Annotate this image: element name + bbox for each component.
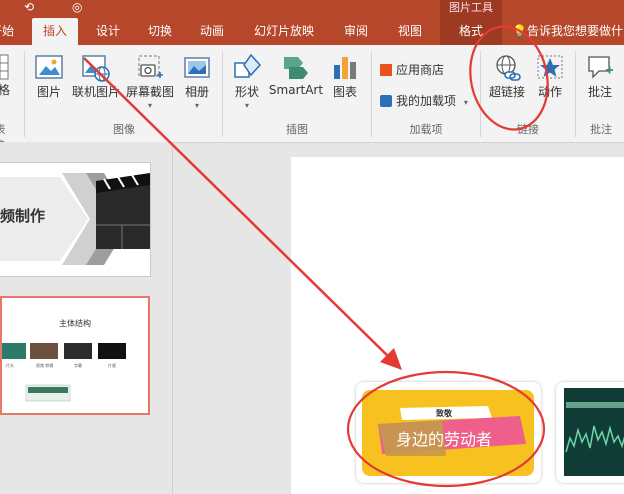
tab-design[interactable]: 设计	[88, 18, 128, 45]
video-picture-card[interactable]	[556, 382, 624, 483]
hyperlink-icon	[496, 55, 521, 81]
tell-me-box[interactable]: 💡告诉我您想要做什	[512, 18, 623, 45]
tab-animations[interactable]: 动画	[192, 18, 232, 45]
card2-graphic	[564, 388, 624, 476]
slide-thumbnail-2[interactable]: 主体结构 片头 视频 剪辑 字幕 片尾	[0, 296, 150, 415]
shapes-icon	[234, 53, 262, 78]
slide-thumbnail-1[interactable]: 频制作	[0, 163, 150, 276]
chevron-down-icon[interactable]: ▾	[464, 98, 468, 107]
slide2-label: 视频 剪辑	[36, 363, 54, 368]
separator	[480, 51, 481, 137]
tab-format[interactable]: 格式	[440, 18, 502, 45]
smartart-icon	[284, 57, 308, 79]
table-icon	[0, 54, 9, 80]
online-picture-button[interactable]: 联机图片	[71, 53, 121, 100]
photo-album-icon	[184, 57, 210, 78]
photo-album-button[interactable]: 相册 ▾	[180, 53, 214, 110]
slide2-label: 片头	[6, 363, 14, 368]
chevron-down-icon[interactable]: ▾	[180, 101, 214, 110]
action-icon	[537, 55, 563, 79]
ribbon: 表格 表格 图片 联机图片 屏幕截图 ▾	[0, 45, 624, 152]
comments-group-label: 批注	[590, 123, 612, 136]
chart-button[interactable]: 图表	[328, 53, 362, 100]
record-icon[interactable]: ◎	[72, 0, 82, 14]
tab-home[interactable]: 开始	[0, 18, 18, 45]
slide2-label: 片尾	[108, 363, 116, 368]
tab-view[interactable]: 视图	[390, 18, 430, 45]
separator	[24, 51, 25, 137]
title-bar: ⟲ ◎	[0, 0, 624, 18]
picture-button[interactable]: 图片	[32, 53, 66, 100]
table-button[interactable]: 表格	[0, 53, 12, 98]
chevron-down-icon[interactable]: ▾	[124, 101, 176, 110]
action-button[interactable]: 动作	[533, 53, 567, 100]
tab-transitions[interactable]: 切换	[140, 18, 180, 45]
separator	[222, 51, 223, 137]
store-icon	[380, 64, 392, 76]
labor-picture-card[interactable]: 致敬 身边的劳动者	[356, 382, 541, 483]
slide2-label: 字幕	[74, 363, 82, 368]
screenshot-button[interactable]: 屏幕截图 ▾	[124, 53, 176, 110]
addins-group-label: 加载项	[409, 123, 443, 136]
separator	[575, 51, 576, 137]
picture-icon	[35, 55, 63, 79]
hyperlink-button[interactable]: 超链接	[487, 53, 527, 100]
image-group-label: 图像	[113, 123, 135, 136]
addins-icon	[380, 95, 392, 107]
card1-big-text: 身边的劳动者	[396, 430, 493, 449]
undo-icon[interactable]: ⟲	[24, 0, 34, 14]
store-button[interactable]: 应用商店	[380, 61, 444, 78]
tab-review[interactable]: 审阅	[336, 18, 376, 45]
comment-button[interactable]: 批注	[583, 53, 617, 100]
smartart-button[interactable]: SmartArt	[268, 53, 324, 97]
tab-slideshow[interactable]: 幻灯片放映	[246, 18, 322, 45]
lightbulb-icon: 💡	[512, 24, 527, 38]
comment-icon	[588, 56, 613, 79]
screenshot-icon	[138, 55, 163, 78]
illustration-group-label: 插图	[286, 123, 308, 136]
slide2-graphic	[2, 343, 126, 402]
shapes-button[interactable]: 形状 ▾	[230, 53, 264, 110]
picture-tools-label: 图片工具	[440, 0, 502, 18]
card1-small-text: 致敬	[436, 409, 452, 418]
links-group-label: 链接	[517, 123, 539, 136]
chevron-down-icon[interactable]: ▾	[230, 101, 264, 110]
my-addins-button[interactable]: 我的加载项 ▾	[380, 92, 468, 109]
tab-insert[interactable]: 插入	[32, 18, 78, 45]
tab-format-bg: 格式	[440, 18, 502, 45]
slide1-title: 频制作	[0, 207, 46, 225]
online-picture-icon	[82, 55, 110, 82]
chart-icon	[334, 57, 356, 79]
separator	[371, 51, 372, 137]
